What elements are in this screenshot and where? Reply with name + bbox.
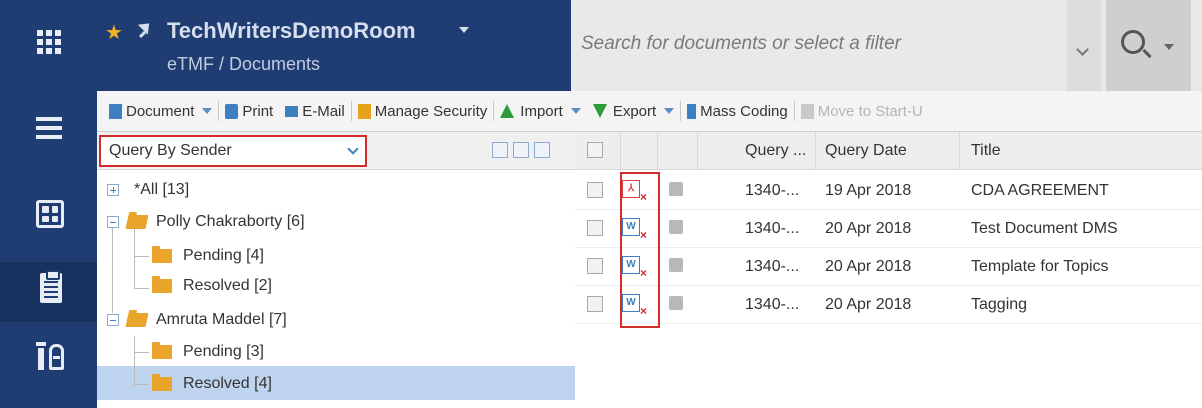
print-button[interactable]: Print xyxy=(219,91,279,131)
tree-node-label: Pending [3] xyxy=(183,343,264,360)
title-cell[interactable]: Template for Topics xyxy=(971,258,1109,276)
grid-header: Query ... Query Date Title xyxy=(575,132,1202,170)
table-row[interactable]: W × 1340-... 20 Apr 2018 Test Document DM… xyxy=(575,210,1202,248)
row-checkbox[interactable] xyxy=(587,182,603,198)
room-name[interactable]: TechWritersDemoRoom xyxy=(167,18,416,44)
tree-node-label: Amruta Maddel [7] xyxy=(156,311,287,328)
search-bar: Search for documents or select a filter xyxy=(571,0,1202,91)
apps-grid-icon[interactable] xyxy=(37,30,61,54)
move-to-start-label: Move to Start-U xyxy=(817,102,923,120)
query-cell: 1340-... xyxy=(745,296,800,313)
query-cell: 1340-... xyxy=(745,182,800,199)
export-label: Export xyxy=(612,102,657,120)
table-row[interactable]: W × 1340-... 20 Apr 2018 Tagging xyxy=(575,286,1202,324)
folder-open-icon xyxy=(125,313,149,327)
search-icon xyxy=(1121,30,1145,54)
row-checkbox[interactable] xyxy=(587,296,603,312)
select-all-checkbox[interactable] xyxy=(587,142,603,158)
tree-node-label: Pending [4] xyxy=(183,247,264,264)
chevron-down-icon xyxy=(347,143,359,155)
status-icon xyxy=(669,182,683,196)
mass-coding-button[interactable]: Mass Coding xyxy=(681,91,794,131)
room-dropdown-caret-icon[interactable] xyxy=(459,27,469,33)
arrow-down-icon xyxy=(592,104,607,118)
table-row[interactable]: W × 1340-... 20 Apr 2018 Template for Top… xyxy=(575,248,1202,286)
expand-icon[interactable] xyxy=(107,184,119,196)
query-filter-select[interactable]: Query By Sender xyxy=(99,135,367,167)
tree-node-label: Resolved [4] xyxy=(183,375,272,392)
refresh-icon[interactable] xyxy=(513,142,529,158)
mass-coding-label: Mass Coding xyxy=(700,102,788,120)
search-options-caret-icon[interactable] xyxy=(1164,44,1174,50)
date-cell: 20 Apr 2018 xyxy=(825,258,912,275)
folder-icon xyxy=(152,374,172,391)
search-button[interactable] xyxy=(1106,0,1191,91)
column-header-query[interactable]: Query ... xyxy=(745,142,806,160)
tools-icon[interactable] xyxy=(36,340,66,370)
chevron-down-icon xyxy=(570,108,581,114)
chevron-down-icon xyxy=(664,108,675,114)
query-cell: 1340-... xyxy=(745,220,800,237)
dashboard-icon[interactable] xyxy=(36,200,64,228)
tree-node-label: Polly Chakraborty [6] xyxy=(156,213,305,230)
document-label: Document xyxy=(126,102,195,120)
maximize-panel-icon[interactable] xyxy=(534,142,550,158)
left-rail xyxy=(0,0,97,408)
status-icon xyxy=(669,220,683,234)
title-cell[interactable]: Test Document DMS xyxy=(971,220,1118,238)
key-icon xyxy=(357,103,371,119)
folder-move-icon xyxy=(800,103,814,119)
date-cell: 20 Apr 2018 xyxy=(825,296,912,313)
folder-icon xyxy=(152,342,172,359)
manage-security-button[interactable]: Manage Security xyxy=(352,91,494,131)
chevron-down-icon xyxy=(202,108,213,114)
envelope-icon xyxy=(285,105,299,117)
hamburger-menu-icon[interactable] xyxy=(36,117,62,144)
file-type-highlight-box xyxy=(620,172,660,328)
manage-security-label: Manage Security xyxy=(374,102,488,120)
date-cell: 19 Apr 2018 xyxy=(825,182,912,199)
query-filter-value: Query By Sender xyxy=(109,142,232,159)
export-button[interactable]: Export xyxy=(587,91,680,131)
action-toolbar: Document Print E-Mail Manage Security Im… xyxy=(97,91,1202,132)
query-cell: 1340-... xyxy=(745,258,800,275)
email-button[interactable]: E-Mail xyxy=(279,91,351,131)
tree-panel-header: Query By Sender xyxy=(97,132,575,170)
column-header-query-date[interactable]: Query Date xyxy=(825,142,907,160)
mass-coding-icon xyxy=(687,103,697,119)
search-filter-dropdown[interactable] xyxy=(1067,0,1101,91)
row-checkbox[interactable] xyxy=(587,220,603,236)
table-row[interactable]: ⅄ × 1340-... 19 Apr 2018 CDA AGREEMENT xyxy=(575,172,1202,210)
email-label: E-Mail xyxy=(302,102,345,120)
document-icon xyxy=(109,103,122,119)
tree-node-label: Resolved [2] xyxy=(183,277,272,294)
title-cell[interactable]: CDA AGREEMENT xyxy=(971,182,1109,200)
print-label: Print xyxy=(242,102,274,120)
folder-icon xyxy=(152,246,172,263)
date-cell: 20 Apr 2018 xyxy=(825,220,912,237)
tree-node-label: *All [13] xyxy=(134,181,190,198)
collapse-icon[interactable] xyxy=(107,216,119,228)
clipboard-icon[interactable] xyxy=(40,270,62,303)
favorite-star-icon[interactable]: ★ xyxy=(105,20,123,45)
search-input[interactable]: Search for documents or select a filter xyxy=(581,33,901,55)
printer-icon xyxy=(225,103,239,119)
title-cell[interactable]: Tagging xyxy=(971,296,1027,314)
query-tree: *All [13] Polly Chakraborty [6] Pending … xyxy=(97,170,575,408)
status-icon xyxy=(669,296,683,310)
header-bar: ★ TechWritersDemoRoom eTMF / Documents xyxy=(97,0,571,91)
collapse-icon[interactable] xyxy=(107,314,119,326)
document-button[interactable]: Document xyxy=(97,91,218,131)
column-header-title[interactable]: Title xyxy=(971,142,1001,160)
import-label: Import xyxy=(520,102,563,120)
move-to-start-button[interactable]: Move to Start-U xyxy=(795,91,929,131)
collapse-panel-icon[interactable] xyxy=(492,142,508,158)
breadcrumb: eTMF / Documents xyxy=(167,54,321,74)
row-checkbox[interactable] xyxy=(587,258,603,274)
arrow-up-icon xyxy=(500,104,515,118)
folder-open-icon xyxy=(125,215,149,229)
folder-icon xyxy=(152,276,172,293)
import-button[interactable]: Import xyxy=(494,91,587,131)
status-icon xyxy=(669,258,683,272)
